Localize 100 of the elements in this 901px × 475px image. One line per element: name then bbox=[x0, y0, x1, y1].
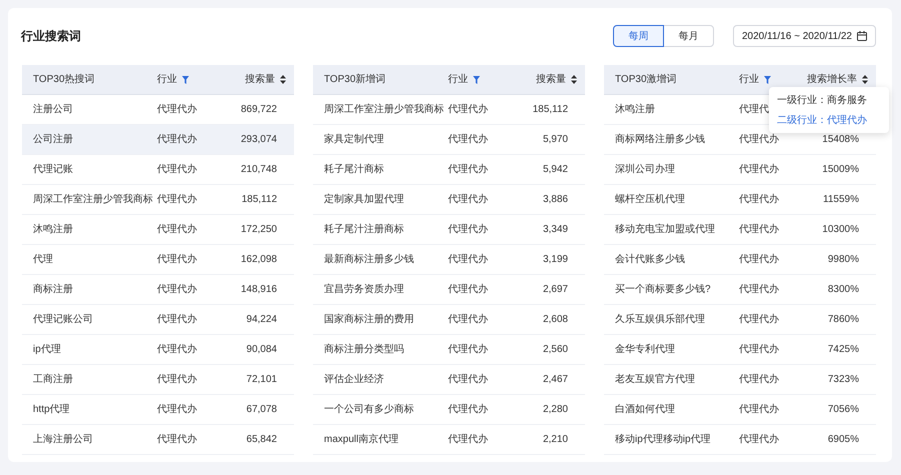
keyword-cell-text: 白酒如何代理 bbox=[615, 402, 676, 417]
calendar-icon bbox=[857, 31, 867, 41]
industry-cell-text: 代理代办 bbox=[739, 372, 780, 387]
value-cell-text: 7056% bbox=[828, 403, 859, 417]
value-cell-text: 3,349 bbox=[542, 223, 568, 237]
industry-cell-text: 代理代办 bbox=[448, 252, 489, 267]
industry-cell-text: 代理代办 bbox=[448, 342, 489, 357]
sort-icon[interactable] bbox=[862, 75, 868, 84]
keyword-cell-text: 注册公司 bbox=[33, 102, 74, 117]
value-cell-text: 172,250 bbox=[240, 223, 277, 237]
keyword-cell-text: 商标网络注册多少钱 bbox=[615, 132, 706, 147]
keyword-cell-text: 商标注册分类型吗 bbox=[324, 342, 405, 357]
industry-cell-text: 代理代办 bbox=[157, 192, 198, 207]
column-header: 行业 bbox=[448, 72, 468, 87]
industry-cell-text: 代理代办 bbox=[157, 252, 198, 267]
keyword-cell-text: 螺杆空压机代理 bbox=[615, 192, 686, 207]
industry-cell-text: 代理代办 bbox=[448, 282, 489, 297]
section-title: 行业搜索词 bbox=[21, 28, 81, 45]
keyword-cell-text: 宜昌劳务资质办理 bbox=[324, 282, 405, 297]
industry-cell-text: 代理代办 bbox=[448, 402, 489, 417]
keyword-cell-text: maxpull南京代理 bbox=[324, 432, 400, 447]
value-cell-text: 3,886 bbox=[542, 193, 568, 207]
industry-cell-text: 代理代办 bbox=[739, 162, 780, 177]
keyword-cell-text: 定制家具加盟代理 bbox=[324, 192, 405, 207]
table-row[interactable]: 公司注册 代理代办 293,074 bbox=[22, 125, 294, 155]
keyword-cell-text: 评估企业经济 bbox=[324, 372, 385, 387]
keyword-cell-text: 买一个商标要多少钱? bbox=[615, 282, 712, 297]
industry-cell-text: 代理代办 bbox=[448, 162, 489, 177]
keyword-cell-text: 最新商标注册多少钱 bbox=[324, 252, 415, 267]
keyword-cell-text: 金华专利代理 bbox=[615, 342, 676, 357]
column-header: 搜索增长率 bbox=[807, 72, 857, 87]
industry-cell-text: 代理代办 bbox=[448, 372, 489, 387]
industry-cell-text: 代理代办 bbox=[157, 342, 198, 357]
industry-cell-text: 代理代 bbox=[739, 103, 770, 117]
industry-cell-text: 代理代办 bbox=[739, 222, 780, 237]
value-cell-text: 162,098 bbox=[240, 253, 277, 267]
industry-cell-text: 代理代办 bbox=[157, 312, 198, 327]
value-cell-text: 94,224 bbox=[246, 313, 277, 327]
industry-cell-text: 代理代办 bbox=[739, 402, 780, 417]
value-cell-text: 2,697 bbox=[542, 283, 568, 297]
keyword-cell-text: 国家商标注册的费用 bbox=[324, 312, 415, 327]
industry-cell-text: 代理代办 bbox=[739, 342, 780, 357]
keyword-cell-text: 一个公司有多少商标 bbox=[324, 402, 415, 417]
value-cell-text: 2,467 bbox=[542, 373, 568, 387]
value-cell-text: 2,608 bbox=[542, 313, 568, 327]
column-header: 搜索量 bbox=[536, 72, 566, 87]
value-cell-text: 293,074 bbox=[240, 133, 277, 147]
column-header: 行业 bbox=[157, 72, 177, 87]
period-tab[interactable]: 每周 bbox=[613, 25, 664, 47]
value-cell-text: 2,280 bbox=[542, 403, 568, 417]
value-cell-text: 210,748 bbox=[240, 163, 277, 177]
value-cell-text: 7323% bbox=[828, 373, 859, 387]
keyword-cell-text: 久乐互娱俱乐部代理 bbox=[615, 312, 706, 327]
filter-icon[interactable] bbox=[473, 76, 480, 84]
value-cell-text: 15009% bbox=[822, 163, 859, 177]
value-cell-text: 148,916 bbox=[240, 283, 277, 297]
industry-cell-text: 代理代办 bbox=[448, 132, 489, 147]
industry-cell-text: 代理代办 bbox=[157, 162, 198, 177]
keyword-cell-text: 代理记账 bbox=[33, 162, 74, 177]
sort-icon[interactable] bbox=[571, 75, 577, 84]
industry-cell-text: 代理代办 bbox=[157, 402, 198, 417]
industry-cell-text: 代理代办 bbox=[157, 132, 198, 147]
filter-icon[interactable] bbox=[182, 76, 189, 84]
column-header: 搜索量 bbox=[245, 72, 275, 87]
industry-cell-text: 代理代办 bbox=[448, 102, 489, 117]
value-cell-text: 8300% bbox=[828, 283, 859, 297]
industry-cell-text: 代理代办 bbox=[739, 132, 780, 147]
sort-icon[interactable] bbox=[280, 75, 286, 84]
date-range-picker[interactable]: 2020/11/16 ~ 2020/11/22 bbox=[733, 25, 876, 47]
industry-cell-text: 代理代办 bbox=[448, 192, 489, 207]
keyword-cell-text: 耗子尾汁商标 bbox=[324, 162, 385, 177]
keyword-cell-text: 移动ip代理移动ip代理 bbox=[615, 433, 712, 447]
keyword-cell-text: 商标注册 bbox=[33, 282, 74, 297]
keyword-cell-text: 老友互娱官方代理 bbox=[615, 372, 696, 387]
value-cell-text: 9980% bbox=[828, 253, 859, 267]
industry-cell-text: 代理代办 bbox=[157, 102, 198, 117]
value-cell-text: 869,722 bbox=[240, 103, 277, 117]
value-cell-text: 2,210 bbox=[542, 433, 568, 447]
value-cell-text: 7425% bbox=[828, 343, 859, 357]
value-cell-text: 5,970 bbox=[542, 133, 568, 147]
industry-cell-text: 代理代办 bbox=[448, 222, 489, 237]
filter-icon[interactable] bbox=[764, 76, 771, 84]
keyword-cell-text: 移动充电宝加盟或代理 bbox=[615, 222, 716, 237]
keyword-cell-text: 家具定制代理 bbox=[324, 132, 385, 147]
period-tab[interactable]: 每月 bbox=[663, 25, 714, 47]
keyword-cell-text: 深圳公司办理 bbox=[615, 162, 676, 177]
keyword-cell-text: 周深工作室注册少管我商标 bbox=[33, 192, 154, 207]
keyword-cell-text: http代理 bbox=[33, 403, 71, 417]
industry-cell-text: 代理代办 bbox=[157, 432, 198, 447]
keyword-cell-text: 会计代账多少钱 bbox=[615, 252, 686, 267]
value-cell-text: 185,112 bbox=[242, 193, 277, 207]
column-header: 行业 bbox=[739, 72, 759, 87]
keyword-cell-text: 工商注册 bbox=[33, 372, 74, 387]
value-cell-text: 72,101 bbox=[246, 373, 277, 387]
value-cell-text: 5,942 bbox=[542, 163, 568, 177]
keyword-cell-text: 耗子尾汁注册商标 bbox=[324, 222, 405, 237]
industry-cell-text: 代理代办 bbox=[157, 282, 198, 297]
industry-cell-text: 代理代办 bbox=[448, 432, 489, 447]
keyword-cell-text: 沐鸣注册 bbox=[33, 222, 74, 237]
value-cell-text: 65,842 bbox=[246, 433, 277, 447]
